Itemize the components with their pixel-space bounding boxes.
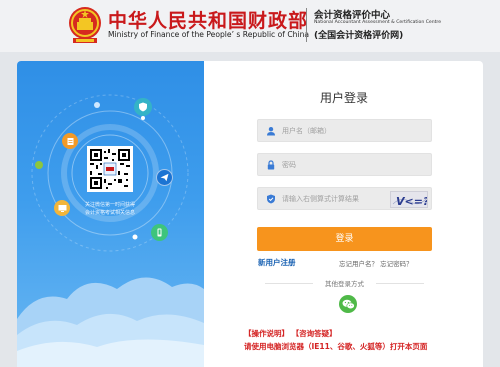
phone-icon <box>151 224 168 241</box>
login-button[interactable]: 登录 <box>257 227 432 251</box>
send-icon <box>156 169 173 186</box>
username-placeholder: 用户名（邮箱） <box>282 126 331 135</box>
lock-icon <box>267 159 275 169</box>
browser-notice: 请使用电脑浏览器（IE11、谷歌、火狐等）打开本页面 <box>244 342 428 351</box>
qr-caption: 关注微信第一时间获得 会计资格考试相关信息 <box>84 202 135 216</box>
wechat-qr-code <box>87 146 133 192</box>
captcha-field[interactable]: 请输入右侧算式计算结果 V<=? <box>257 187 432 210</box>
wechat-icon <box>342 299 355 309</box>
register-link[interactable]: 新用户注册 <box>258 257 296 268</box>
forgot-credentials-link[interactable]: 忘记用户名？ 忘记密码？ <box>339 258 413 268</box>
captcha-image[interactable]: V<=? <box>390 191 428 208</box>
password-placeholder: 密码 <box>282 160 296 169</box>
ministry-title: 中华人民共和国财政部 <box>108 10 309 32</box>
login-title: 用户登录 <box>319 91 368 105</box>
center-title: 会计资格评价中心 <box>314 10 391 21</box>
ministry-title-en: Ministry of Finance of the People’ s Rep… <box>108 30 310 39</box>
national-emblem-icon <box>69 7 101 43</box>
captcha-text: V<=? <box>396 195 428 208</box>
header-divider <box>306 8 307 42</box>
password-field[interactable]: 密码 <box>257 153 432 176</box>
shield-icon <box>267 194 275 203</box>
shield-check-icon <box>134 98 152 116</box>
help-links[interactable]: 【操作说明】 【咨询答疑】 <box>244 328 337 339</box>
captcha-placeholder: 请输入右侧算式计算结果 <box>282 194 359 203</box>
center-title-en: National Accountant Assessment & Certifi… <box>314 20 442 25</box>
divider-line-right <box>376 283 424 284</box>
document-icon <box>62 133 78 149</box>
username-field[interactable]: 用户名（邮箱） <box>257 119 432 142</box>
login-card: 关注微信第一时间获得 会计资格考试相关信息 用户登录 用户名（邮箱） 密码 请输… <box>17 61 483 367</box>
wechat-login-button[interactable] <box>339 295 357 313</box>
other-login-divider: 其他登录方式 <box>257 278 432 288</box>
user-icon <box>267 126 275 135</box>
site-header: 中华人民共和国财政部 Ministry of Finance of the Pe… <box>0 0 500 52</box>
center-subtitle: (全国会计资格评价网) <box>314 31 404 41</box>
promo-panel: 关注微信第一时间获得 会计资格考试相关信息 <box>17 61 204 367</box>
